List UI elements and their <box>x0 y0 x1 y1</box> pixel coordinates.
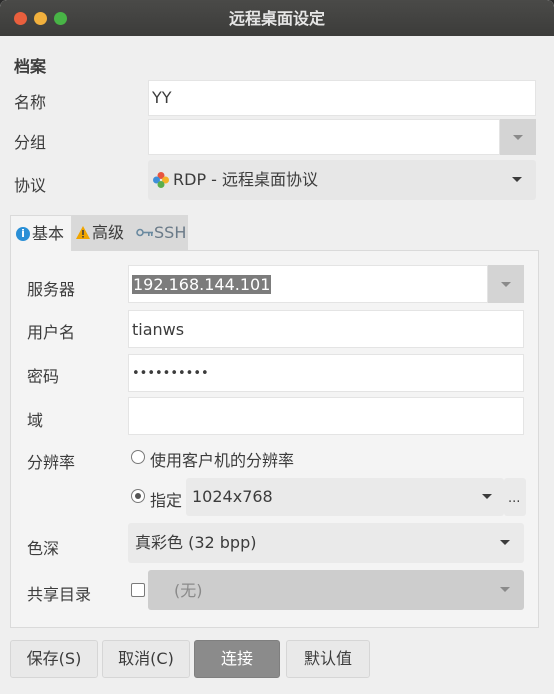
profile-section-label: 档案 <box>14 57 47 76</box>
color-depth-select[interactable]: 真彩色 (32 bpp) <box>128 523 524 563</box>
default-button[interactable]: 默认值 <box>286 640 370 678</box>
protocol-select[interactable]: RDP - 远程桌面协议 <box>148 160 536 200</box>
shared-folder-value: (无) <box>174 581 203 600</box>
server-value: 192.168.144.101 <box>132 275 272 294</box>
group-input[interactable] <box>148 119 500 155</box>
chevron-down-icon <box>500 540 510 545</box>
tab-advanced-label: 高级 <box>92 223 125 242</box>
chevron-down-icon <box>500 587 510 592</box>
chevron-down-icon <box>482 494 492 499</box>
tab-ssh-label: SSH <box>154 223 187 242</box>
server-label: 服务器 <box>27 280 76 299</box>
warning-icon <box>76 226 90 239</box>
resolution-select[interactable]: 1024x768 <box>186 478 504 516</box>
title-bar[interactable]: 远程桌面设定 <box>0 0 554 36</box>
resolution-more-button[interactable]: ... <box>504 478 526 516</box>
username-label: 用户名 <box>27 323 76 342</box>
group-dropdown-button[interactable] <box>500 119 536 155</box>
resolution-client-label[interactable]: 使用客户机的分辨率 <box>150 447 294 471</box>
resolution-client-radio[interactable] <box>131 450 145 464</box>
tab-ssh[interactable]: SSH <box>132 215 188 251</box>
shared-folder-select[interactable]: (无) <box>148 570 524 610</box>
shared-folder-label: 共享目录 <box>27 585 92 604</box>
window-title: 远程桌面设定 <box>228 9 325 28</box>
remote-desktop-settings-window: 远程桌面设定 档案 名称 YY 分组 协议 RDP - 远程桌面协议 i 基本 … <box>0 0 554 694</box>
password-label: 密码 <box>27 367 60 386</box>
protocol-value: RDP - 远程桌面协议 <box>173 170 319 189</box>
chevron-down-icon <box>501 282 511 287</box>
tab-basic-label: 基本 <box>32 224 65 243</box>
color-depth-label: 色深 <box>27 539 60 558</box>
save-button[interactable]: 保存(S) <box>10 640 98 678</box>
info-icon: i <box>16 227 30 241</box>
protocol-label: 协议 <box>14 176 47 195</box>
name-input[interactable]: YY <box>148 80 536 116</box>
username-input[interactable]: tianws <box>128 310 524 348</box>
more-label: ... <box>508 491 521 506</box>
color-depth-value: 真彩色 (32 bpp) <box>135 533 257 552</box>
tab-basic[interactable]: i 基本 <box>10 215 72 251</box>
shared-folder-checkbox[interactable] <box>131 583 145 597</box>
chevron-down-icon <box>512 177 522 182</box>
resolution-custom-radio[interactable] <box>131 489 145 503</box>
tab-advanced[interactable]: 高级 <box>72 215 132 251</box>
group-label: 分组 <box>14 133 47 152</box>
rdp-protocol-icon <box>153 172 169 188</box>
resolution-label: 分辨率 <box>27 453 76 472</box>
name-label: 名称 <box>14 93 47 112</box>
domain-input[interactable] <box>128 397 524 435</box>
cancel-button[interactable]: 取消(C) <box>102 640 190 678</box>
server-dropdown-button[interactable] <box>488 265 524 303</box>
chevron-down-icon <box>513 135 523 140</box>
domain-label: 域 <box>27 411 44 430</box>
server-input[interactable]: 192.168.144.101 <box>128 265 488 303</box>
resolution-value: 1024x768 <box>192 487 273 506</box>
password-input[interactable]: •••••••••• <box>128 354 524 392</box>
connect-button[interactable]: 连接 <box>194 640 280 678</box>
resolution-custom-label[interactable]: 指定 <box>150 487 182 511</box>
key-icon <box>136 228 153 237</box>
